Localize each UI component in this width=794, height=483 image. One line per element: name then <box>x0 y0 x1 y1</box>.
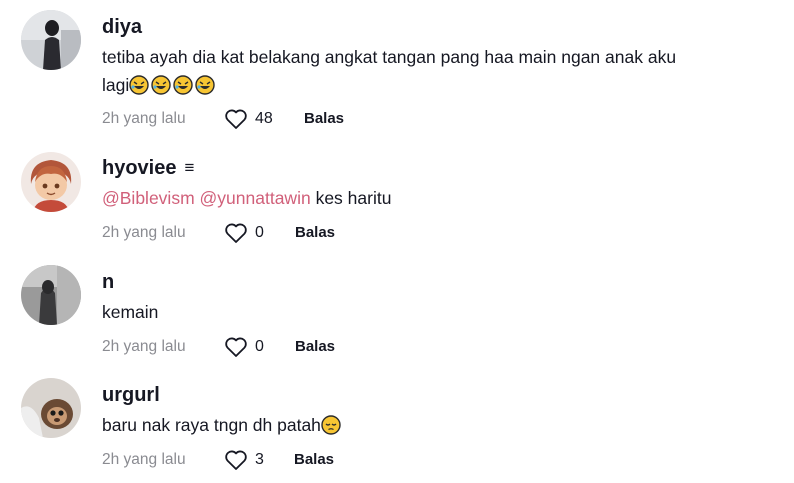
comment-time: 2h yang lalu <box>102 224 186 241</box>
reply-button[interactable]: Balas <box>295 338 335 355</box>
reply-button[interactable]: Balas <box>294 451 334 468</box>
like-count: 0 <box>255 224 264 241</box>
comment-username[interactable]: n <box>102 271 114 294</box>
heart-outline-icon <box>225 450 247 470</box>
comment-text: kemain <box>102 302 159 322</box>
like-button[interactable]: 3 <box>224 448 264 472</box>
comment-text: tetiba ayah dia kat belakang angkat tang… <box>102 47 677 95</box>
avatar[interactable] <box>21 10 81 70</box>
comment-username[interactable]: hyoviee ≡ <box>102 157 194 180</box>
mention-link[interactable]: @Biblevism <box>102 188 195 208</box>
comment-time: 2h yang lalu <box>102 110 186 127</box>
comment-username[interactable]: urgurl <box>102 384 160 407</box>
rolling-on-floor-laughing-icon <box>129 75 149 95</box>
like-button[interactable]: 0 <box>224 335 264 359</box>
menu-badge-icon: ≡ <box>184 158 195 177</box>
comment-list: diya tetiba ayah dia kat belakang angkat… <box>0 0 794 483</box>
like-button[interactable]: 0 <box>224 221 264 245</box>
mention-link[interactable]: @yunnattawin <box>200 188 311 208</box>
avatar[interactable] <box>21 152 81 212</box>
comment-text: baru nak raya tngn dh patah <box>102 411 762 443</box>
like-button[interactable]: 48 <box>224 107 273 131</box>
heart-outline-icon <box>225 223 247 243</box>
like-count: 0 <box>255 338 264 355</box>
comment-text: @Biblevism @yunnattawin kes haritu <box>102 188 392 208</box>
like-count: 3 <box>255 451 264 468</box>
pensive-face-icon <box>321 415 341 435</box>
comment-time: 2h yang lalu <box>102 338 186 355</box>
reply-button[interactable]: Balas <box>295 224 335 241</box>
rolling-on-floor-laughing-icon <box>173 75 193 95</box>
like-count: 48 <box>255 110 273 127</box>
comment-username[interactable]: diya <box>102 16 142 39</box>
rolling-on-floor-laughing-icon <box>195 75 215 95</box>
avatar[interactable] <box>21 265 81 325</box>
avatar[interactable] <box>21 378 81 438</box>
reply-button[interactable]: Balas <box>304 110 344 127</box>
comment-time: 2h yang lalu <box>102 451 186 468</box>
heart-outline-icon <box>225 109 247 129</box>
rolling-on-floor-laughing-icon <box>151 75 171 95</box>
heart-outline-icon <box>225 337 247 357</box>
